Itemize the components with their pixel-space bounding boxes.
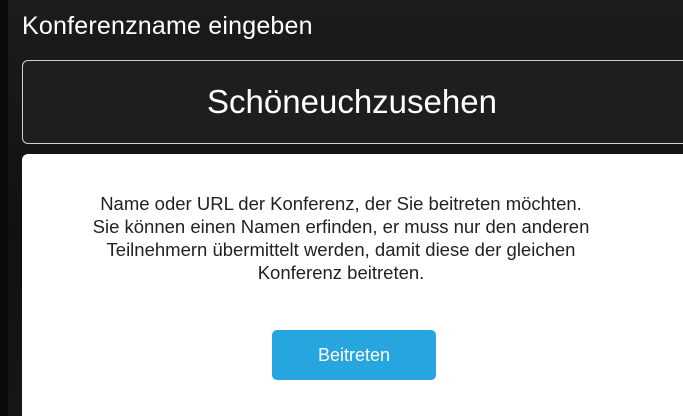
window-edge [0, 0, 8, 416]
info-line: Sie können einen Namen erfinden, er muss… [92, 216, 590, 237]
app-screen: Konferenzname eingeben Name oder URL der… [0, 0, 683, 416]
info-line: Teilnehmern übermittelt werden, damit di… [106, 239, 576, 260]
info-line: Name oder URL der Konferenz, der Sie bei… [100, 193, 582, 214]
conference-name-prompt: Konferenzname eingeben [22, 12, 313, 40]
join-button[interactable]: Beitreten [272, 330, 436, 380]
conference-name-input[interactable] [23, 61, 683, 143]
info-description: Name oder URL der Konferenz, der Sie bei… [22, 192, 660, 284]
info-card: Name oder URL der Konferenz, der Sie bei… [22, 154, 683, 416]
conference-name-field[interactable] [22, 60, 683, 144]
info-line: Konferenz beitreten. [257, 262, 425, 283]
